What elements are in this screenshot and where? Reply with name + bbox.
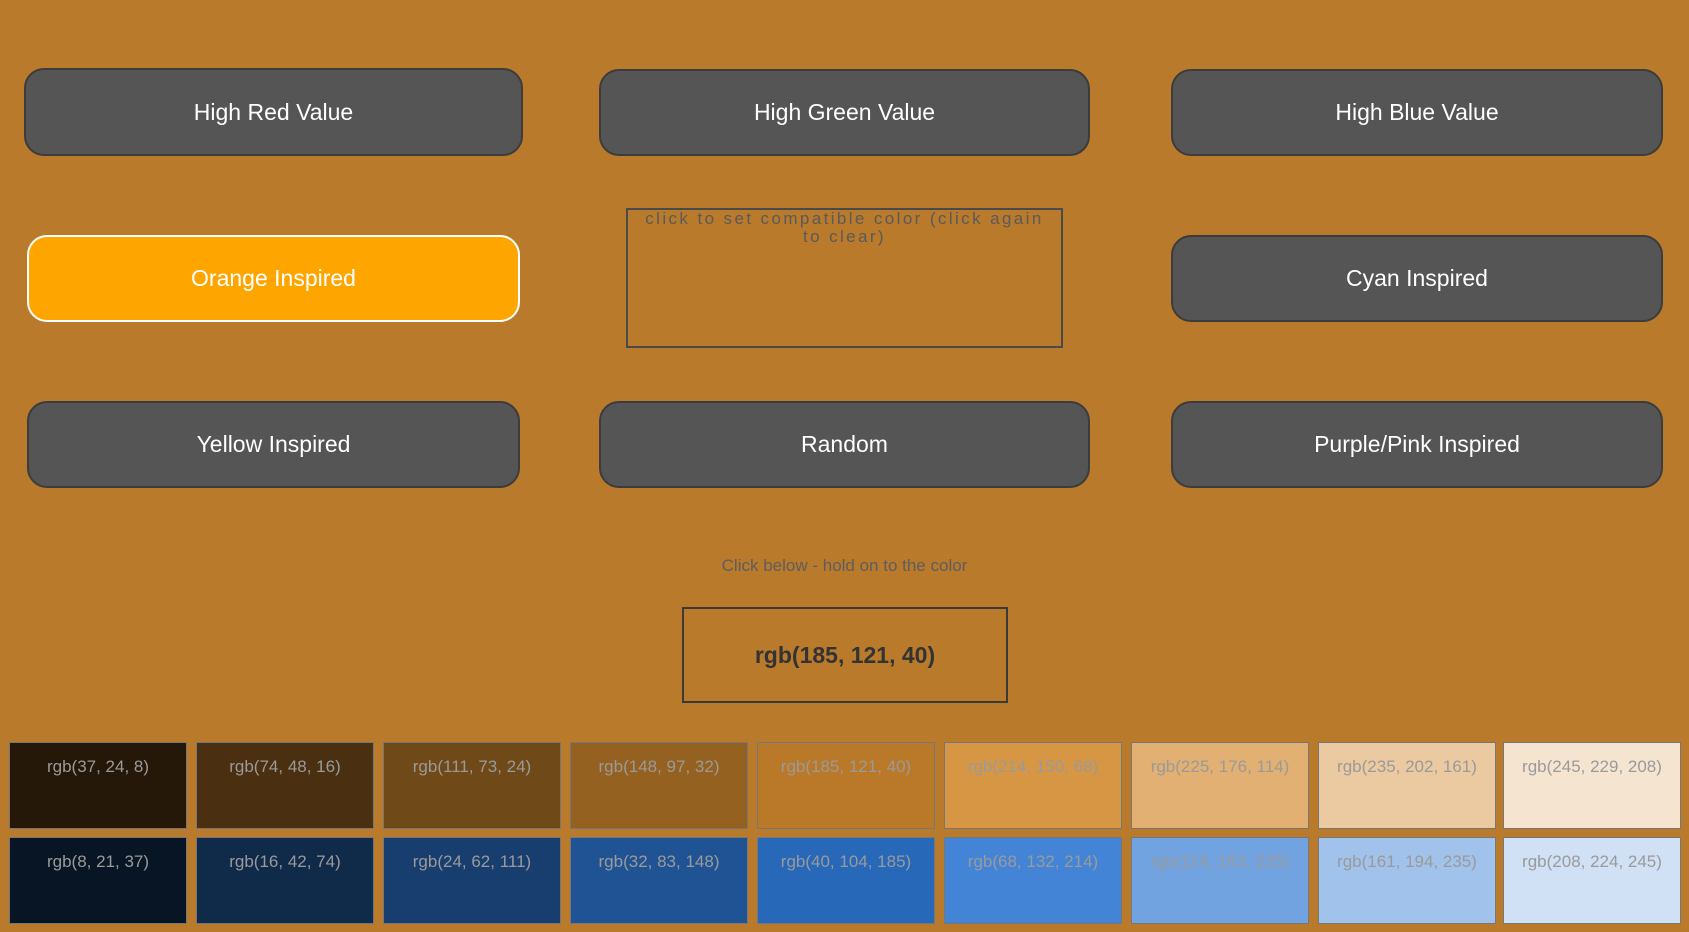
color-picker-page: { "buttons": { "high_red": "High Red Val… xyxy=(0,0,1689,924)
swatch[interactable]: rgb(235, 202, 161) xyxy=(1318,742,1496,829)
swatch-label: rgb(208, 224, 245) xyxy=(1522,852,1662,871)
random-button[interactable]: Random xyxy=(599,401,1090,488)
swatch[interactable]: rgb(148, 97, 32) xyxy=(570,742,748,829)
swatch-label: rgb(74, 48, 16) xyxy=(229,757,341,776)
swatch[interactable]: rgb(225, 176, 114) xyxy=(1131,742,1309,829)
swatch[interactable]: rgb(24, 62, 111) xyxy=(383,837,561,924)
swatch-label: rgb(8, 21, 37) xyxy=(46,852,150,871)
swatch-label: rgb(32, 83, 148) xyxy=(598,852,720,871)
swatch[interactable]: rgb(185, 121, 40) xyxy=(757,742,935,829)
swatch[interactable]: rgb(68, 132, 214) xyxy=(944,837,1122,924)
current-color-display[interactable]: rgb(185, 121, 40) xyxy=(682,607,1008,703)
swatch[interactable]: rgb(161, 194, 235) xyxy=(1318,837,1496,924)
swatch-label: rgb(40, 104, 185) xyxy=(780,852,912,871)
swatch[interactable]: rgb(245, 229, 208) xyxy=(1503,742,1681,829)
compatible-color-box-text: click to set compatible color (click aga… xyxy=(645,209,1044,246)
swatch-label: rgb(214, 150, 68) xyxy=(967,757,1099,776)
swatch-label: rgb(114, 163, 225) xyxy=(1150,852,1290,871)
swatch[interactable]: rgb(32, 83, 148) xyxy=(570,837,748,924)
swatch-label: rgb(245, 229, 208) xyxy=(1522,757,1662,776)
swatch-label: rgb(16, 42, 74) xyxy=(229,852,341,871)
swatch[interactable]: rgb(208, 224, 245) xyxy=(1503,837,1681,924)
cyan-inspired-button[interactable]: Cyan Inspired xyxy=(1171,235,1663,322)
swatch[interactable]: rgb(114, 163, 225) xyxy=(1131,837,1309,924)
swatch[interactable]: rgb(16, 42, 74) xyxy=(196,837,374,924)
current-color-label: rgb(185, 121, 40) xyxy=(754,641,936,668)
purple-pink-inspired-button[interactable]: Purple/Pink Inspired xyxy=(1171,401,1663,488)
swatch-grid: rgb(37, 24, 8) rgb(74, 48, 16) rgb(111, … xyxy=(9,742,1681,932)
swatch[interactable]: rgb(111, 73, 24) xyxy=(383,742,561,829)
swatch-label: rgb(225, 176, 114) xyxy=(1150,757,1290,776)
swatch-label: rgb(68, 132, 214) xyxy=(967,852,1099,871)
high-green-value-button[interactable]: High Green Value xyxy=(599,69,1090,156)
swatch-row-warm: rgb(37, 24, 8) rgb(74, 48, 16) rgb(111, … xyxy=(9,742,1681,829)
swatch[interactable]: rgb(214, 150, 68) xyxy=(944,742,1122,829)
swatch-label: rgb(111, 73, 24) xyxy=(412,757,532,776)
orange-inspired-button[interactable]: Orange Inspired xyxy=(27,235,520,322)
swatch-label: rgb(148, 97, 32) xyxy=(598,757,720,776)
swatch[interactable]: rgb(37, 24, 8) xyxy=(9,742,187,829)
compatible-color-box[interactable]: click to set compatible color (click aga… xyxy=(626,208,1063,348)
swatch[interactable]: rgb(74, 48, 16) xyxy=(196,742,374,829)
high-blue-value-button[interactable]: High Blue Value xyxy=(1171,69,1663,156)
swatch-label: rgb(185, 121, 40) xyxy=(780,757,912,776)
swatch[interactable]: rgb(8, 21, 37) xyxy=(9,837,187,924)
high-red-value-button[interactable]: High Red Value xyxy=(24,68,523,156)
swatch-label: rgb(235, 202, 161) xyxy=(1337,757,1477,776)
yellow-inspired-button[interactable]: Yellow Inspired xyxy=(27,401,520,488)
swatch-label: rgb(161, 194, 235) xyxy=(1337,852,1477,871)
swatch-label: rgb(24, 62, 111) xyxy=(412,852,532,871)
hold-color-hint: Click below - hold on to the color xyxy=(721,556,968,575)
swatch-label: rgb(37, 24, 8) xyxy=(46,757,150,776)
swatch[interactable]: rgb(40, 104, 185) xyxy=(757,837,935,924)
swatch-row-cool: rgb(8, 21, 37) rgb(16, 42, 74) rgb(24, 6… xyxy=(9,837,1681,924)
